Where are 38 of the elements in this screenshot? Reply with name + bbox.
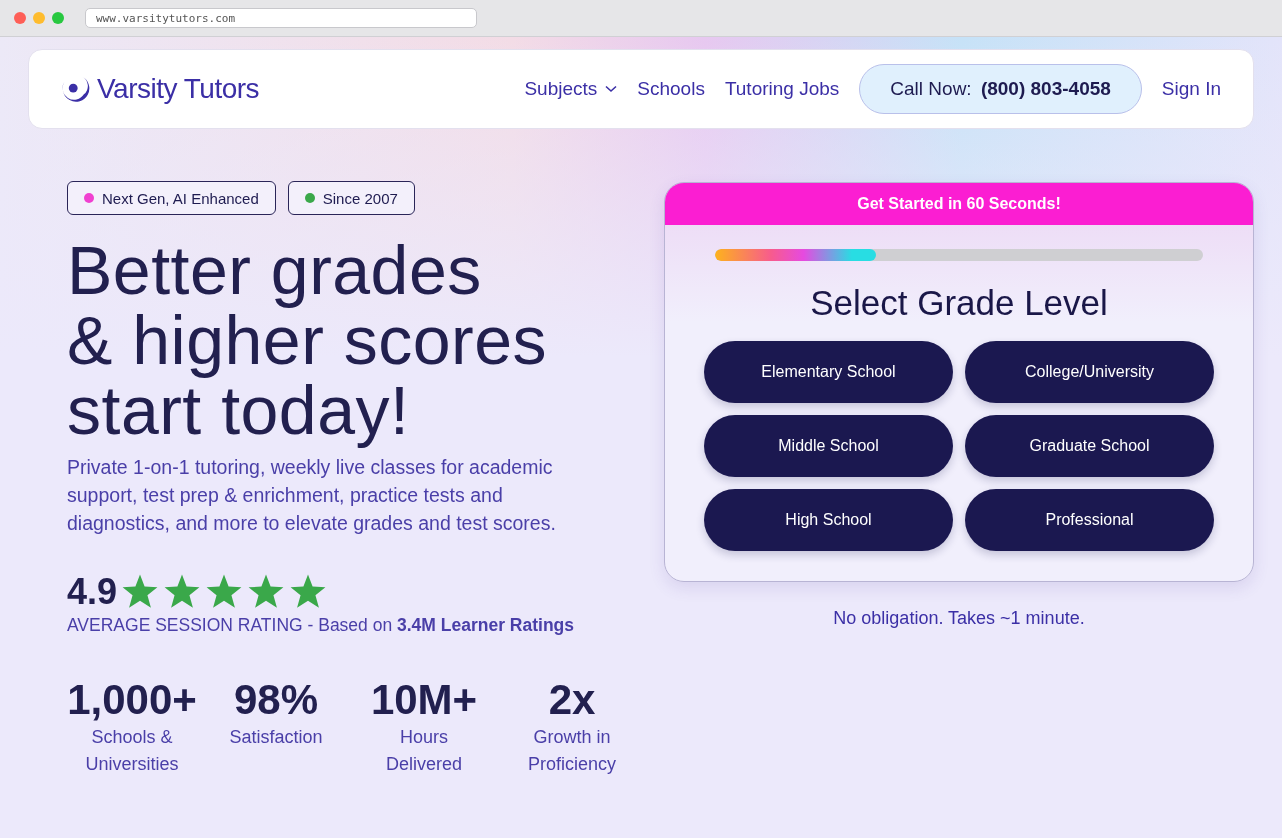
nav-link[interactable]: Tutoring Jobs (724, 78, 840, 100)
call-now-button[interactable]: Call Now: (800) 803-4058 (859, 64, 1142, 114)
grade-option-button[interactable]: College/University (965, 341, 1214, 403)
stat-value: 2x (548, 676, 596, 724)
badge-label: Next Gen, AI Enhanced (102, 189, 259, 207)
close-button[interactable] (14, 12, 26, 24)
card-title: Select Grade Level (810, 283, 1108, 323)
maximize-button[interactable] (52, 12, 64, 24)
nav-link[interactable]: Schools (637, 78, 705, 100)
card-banner: Get Started in 60 Seconds! (665, 183, 1253, 225)
description-text: Private 1-on-1 tutoring, weekly live classes for academic support, test prep & enrichment, practice tests and diagnostics, and more to elevate grades and test scores. (67, 455, 557, 536)
stat-label: Growth in Proficiency (527, 726, 617, 776)
address-bar[interactable]: www.varsitytutors.com (85, 8, 477, 28)
stat-label: Satisfaction (228, 726, 324, 749)
stat-label: Schools & Universities (84, 726, 180, 776)
sign-in-link[interactable]: Sign In (1161, 78, 1221, 100)
stat-value: 10M+ (370, 676, 478, 724)
grade-option-button[interactable]: High School (704, 489, 953, 551)
note-text: No obligation. Takes ~1 minute. (833, 608, 1085, 629)
grade-option-button[interactable]: Professional (965, 489, 1214, 551)
star-icon (289, 573, 328, 611)
star-icon (247, 573, 286, 611)
minimize-button[interactable] (33, 12, 45, 24)
grade-option-button[interactable]: Middle School (704, 415, 953, 477)
nav-link[interactable]: Subjects (524, 78, 618, 100)
badge-label: Since 2007 (322, 189, 398, 207)
rating-score: 4.9 (67, 571, 118, 613)
logo-text[interactable]: Varsity Tutors (97, 73, 260, 105)
star-icon (205, 573, 244, 611)
grade-option-button[interactable]: Graduate School (965, 415, 1214, 477)
stat-value: 98% (233, 676, 319, 724)
stat-value: 1,000+ (67, 676, 197, 724)
star-icon (121, 573, 160, 611)
star-icon (163, 573, 202, 611)
chevron-down-icon (605, 85, 618, 93)
rating-caption: AVERAGE SESSION RATING - Based on 3.4M Learner Ratings (67, 615, 575, 636)
stat-label: Hours Delivered (384, 726, 463, 776)
grade-option-button[interactable]: Elementary School (704, 341, 953, 403)
